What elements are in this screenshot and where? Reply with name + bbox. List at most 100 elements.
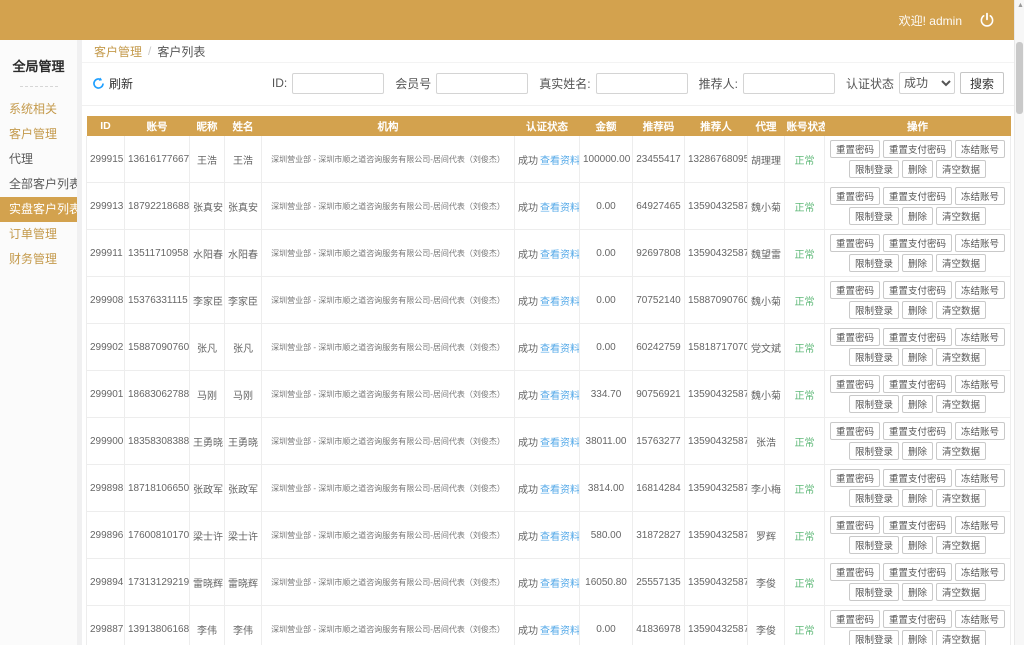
row-name: 水阳春: [224, 229, 262, 277]
reset-password-button[interactable]: 重置密码: [829, 516, 880, 534]
filter-member-no-input[interactable]: [436, 72, 529, 94]
reset-password-button[interactable]: 重置密码: [829, 610, 880, 628]
reset-password-button[interactable]: 重置密码: [829, 563, 880, 581]
delete-button[interactable]: 删除: [901, 536, 933, 554]
reset-pay-password-button[interactable]: 重置支付密码: [882, 610, 952, 628]
scrollbar[interactable]: ▲: [1014, 0, 1024, 645]
sidebar-item-订单管理[interactable]: 订单管理: [0, 222, 77, 247]
restrict-login-button[interactable]: 限制登录: [848, 254, 899, 272]
delete-button[interactable]: 删除: [901, 583, 933, 601]
view-profile-link[interactable]: 查看资料: [540, 203, 579, 214]
search-button[interactable]: 搜索: [959, 72, 1004, 94]
restrict-login-button[interactable]: 限制登录: [848, 160, 899, 178]
reset-password-button[interactable]: 重置密码: [829, 281, 880, 299]
clear-data-button[interactable]: 清空数据: [936, 301, 987, 319]
view-profile-link[interactable]: 查看资料: [540, 391, 579, 402]
delete-button[interactable]: 删除: [901, 442, 933, 460]
reset-pay-password-button[interactable]: 重置支付密码: [882, 234, 952, 252]
sidebar-item-系统相关[interactable]: 系统相关: [0, 97, 77, 122]
reset-password-button[interactable]: 重置密码: [829, 375, 880, 393]
sidebar-item-代理[interactable]: 代理: [0, 147, 77, 172]
scrollbar-thumb[interactable]: [1016, 42, 1023, 114]
sidebar-item-财务管理[interactable]: 财务管理: [0, 247, 77, 272]
delete-button[interactable]: 删除: [901, 207, 933, 225]
sidebar-item-实盘客户列表[interactable]: 实盘客户列表: [0, 197, 77, 222]
clear-data-button[interactable]: 清空数据: [936, 207, 987, 225]
clear-data-button[interactable]: 清空数据: [936, 254, 987, 272]
restrict-login-button[interactable]: 限制登录: [848, 207, 899, 225]
view-profile-link[interactable]: 查看资料: [540, 156, 579, 167]
scrollbar-up-arrow[interactable]: ▲: [1017, 2, 1024, 9]
reset-pay-password-button[interactable]: 重置支付密码: [882, 187, 952, 205]
freeze-account-button[interactable]: 冻结账号: [955, 610, 1006, 628]
clear-data-button[interactable]: 清空数据: [936, 630, 987, 645]
delete-button[interactable]: 删除: [901, 630, 933, 645]
view-profile-link[interactable]: 查看资料: [540, 532, 579, 543]
restrict-login-button[interactable]: 限制登录: [848, 301, 899, 319]
freeze-account-button[interactable]: 冻结账号: [955, 469, 1006, 487]
view-profile-link[interactable]: 查看资料: [540, 579, 579, 590]
delete-button[interactable]: 删除: [901, 348, 933, 366]
sidebar-item-客户管理[interactable]: 客户管理: [0, 122, 77, 147]
restrict-login-button[interactable]: 限制登录: [848, 489, 899, 507]
view-profile-link[interactable]: 查看资料: [540, 626, 579, 637]
reset-pay-password-button[interactable]: 重置支付密码: [882, 563, 952, 581]
reset-pay-password-button[interactable]: 重置支付密码: [882, 140, 952, 158]
reset-pay-password-button[interactable]: 重置支付密码: [882, 375, 952, 393]
reset-pay-password-button[interactable]: 重置支付密码: [882, 516, 952, 534]
freeze-account-button[interactable]: 冻结账号: [955, 422, 1006, 440]
clear-data-button[interactable]: 清空数据: [936, 489, 987, 507]
restrict-login-button[interactable]: 限制登录: [848, 583, 899, 601]
reset-password-button[interactable]: 重置密码: [829, 187, 880, 205]
delete-button[interactable]: 删除: [901, 489, 933, 507]
reset-password-button[interactable]: 重置密码: [829, 422, 880, 440]
clear-data-button[interactable]: 清空数据: [936, 160, 987, 178]
restrict-login-button[interactable]: 限制登录: [848, 348, 899, 366]
row-nickname: 李家臣: [189, 276, 225, 324]
freeze-account-button[interactable]: 冻结账号: [955, 140, 1006, 158]
reset-pay-password-button[interactable]: 重置支付密码: [882, 328, 952, 346]
reset-password-button[interactable]: 重置密码: [829, 328, 880, 346]
filter-id-input[interactable]: [292, 72, 385, 94]
freeze-account-button[interactable]: 冻结账号: [955, 328, 1006, 346]
reset-pay-password-button[interactable]: 重置支付密码: [882, 281, 952, 299]
restrict-login-button[interactable]: 限制登录: [848, 442, 899, 460]
clear-data-button[interactable]: 清空数据: [936, 348, 987, 366]
freeze-account-button[interactable]: 冻结账号: [955, 234, 1006, 252]
view-profile-link[interactable]: 查看资料: [540, 250, 579, 261]
clear-data-button[interactable]: 清空数据: [936, 442, 987, 460]
logout-power-icon[interactable]: [978, 11, 996, 29]
auth-status-select[interactable]: 成功: [898, 72, 955, 94]
sidebar: 全局管理 系统相关 客户管理 代理 全部客户列表 实盘客户列表 订单管理 财务管理: [0, 40, 77, 645]
reset-password-button[interactable]: 重置密码: [829, 140, 880, 158]
view-profile-link[interactable]: 查看资料: [540, 485, 579, 496]
freeze-account-button[interactable]: 冻结账号: [955, 516, 1006, 534]
reset-password-button[interactable]: 重置密码: [829, 234, 880, 252]
reset-password-button[interactable]: 重置密码: [829, 469, 880, 487]
delete-button[interactable]: 删除: [901, 254, 933, 272]
view-profile-link[interactable]: 查看资料: [540, 344, 579, 355]
filter-referrer-input[interactable]: [742, 72, 835, 94]
clear-data-button[interactable]: 清空数据: [936, 536, 987, 554]
row-org: 深圳营业部 - 深圳市顺之道咨询服务有限公司-居间代表（刘俊杰）: [261, 511, 515, 559]
sidebar-item-全部客户列表[interactable]: 全部客户列表: [0, 172, 77, 197]
clear-data-button[interactable]: 清空数据: [936, 395, 987, 413]
breadcrumb-parent[interactable]: 客户管理: [94, 43, 142, 60]
freeze-account-button[interactable]: 冻结账号: [955, 563, 1006, 581]
delete-button[interactable]: 删除: [901, 395, 933, 413]
freeze-account-button[interactable]: 冻结账号: [955, 187, 1006, 205]
freeze-account-button[interactable]: 冻结账号: [955, 281, 1006, 299]
freeze-account-button[interactable]: 冻结账号: [955, 375, 1006, 393]
restrict-login-button[interactable]: 限制登录: [848, 395, 899, 413]
restrict-login-button[interactable]: 限制登录: [848, 536, 899, 554]
filter-real-name-input[interactable]: [595, 72, 688, 94]
refresh-button[interactable]: 刷新: [92, 75, 133, 92]
delete-button[interactable]: 删除: [901, 160, 933, 178]
clear-data-button[interactable]: 清空数据: [936, 583, 987, 601]
view-profile-link[interactable]: 查看资料: [540, 297, 579, 308]
reset-pay-password-button[interactable]: 重置支付密码: [882, 469, 952, 487]
view-profile-link[interactable]: 查看资料: [540, 438, 579, 449]
delete-button[interactable]: 删除: [901, 301, 933, 319]
restrict-login-button[interactable]: 限制登录: [848, 630, 899, 645]
reset-pay-password-button[interactable]: 重置支付密码: [882, 422, 952, 440]
